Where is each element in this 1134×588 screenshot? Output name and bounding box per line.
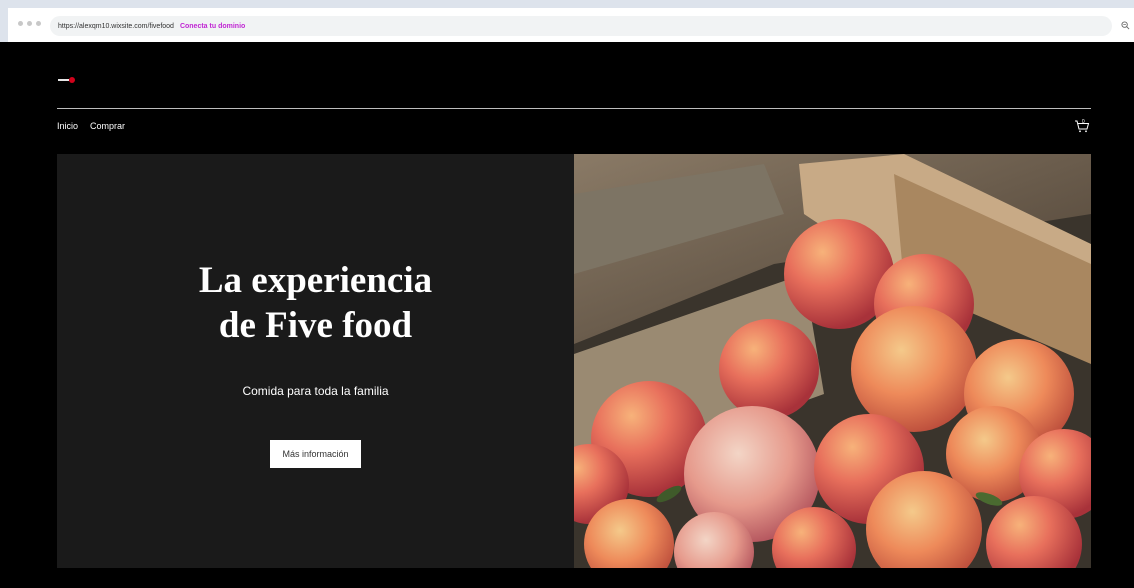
header-divider xyxy=(57,108,1091,109)
more-info-button[interactable]: Más información xyxy=(270,440,361,468)
nav-item-inicio[interactable]: Inicio xyxy=(57,121,78,131)
zoom-icon[interactable] xyxy=(1121,21,1130,30)
cart-button[interactable]: 0 xyxy=(1074,118,1090,134)
browser-chrome: https://alexqm10.wixsite.com/fivefood Co… xyxy=(0,0,1134,42)
hero-text-panel: La experiencia de Five food Comida para … xyxy=(57,154,574,568)
cart-count: 0 xyxy=(1082,119,1085,125)
hero-title: La experiencia de Five food xyxy=(57,258,574,348)
hero-title-line1: La experiencia xyxy=(198,260,433,301)
cart-icon: 0 xyxy=(1075,119,1090,133)
address-bar[interactable]: https://alexqm10.wixsite.com/fivefood Co… xyxy=(50,16,1112,36)
site-logo[interactable] xyxy=(58,76,78,84)
peaches-in-wooden-crate-image xyxy=(574,154,1091,568)
connect-domain-link[interactable]: Conecta tu dominio xyxy=(180,23,245,30)
main-nav: Inicio Comprar xyxy=(57,121,125,131)
window-dots-icon xyxy=(18,21,41,26)
nav-item-comprar[interactable]: Comprar xyxy=(90,121,125,131)
hero-section: La experiencia de Five food Comida para … xyxy=(57,154,1091,568)
url-text[interactable]: https://alexqm10.wixsite.com/fivefood xyxy=(58,23,174,30)
site-page: Inicio Comprar 0 La experiencia de Five … xyxy=(8,42,1134,588)
hero-subtitle: Comida para toda la familia xyxy=(242,384,389,398)
hero-title-line2: de Five food xyxy=(218,305,413,346)
